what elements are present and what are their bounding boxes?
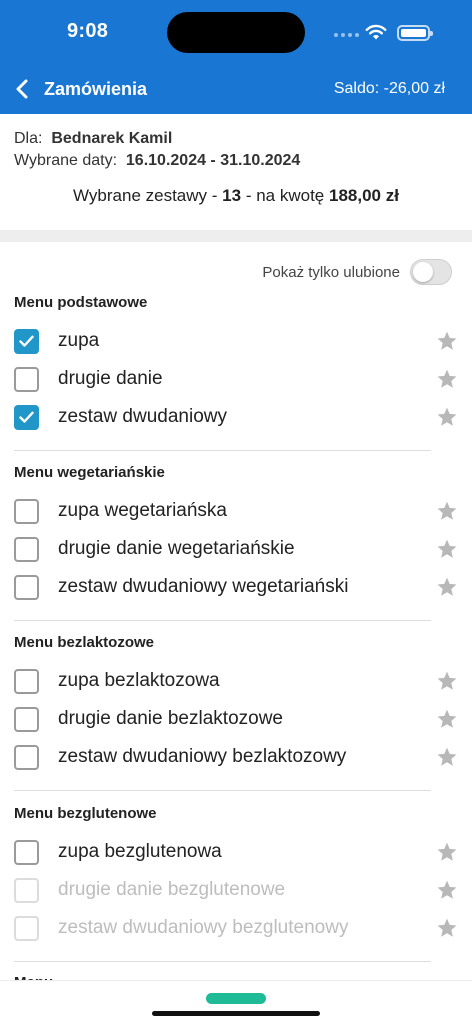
section-title-wegetarianskie: Menu wegetariańskie [14,464,165,481]
menu-item-checkbox[interactable] [14,405,39,430]
dates-value: 16.10.2024 - 31.10.2024 [125,152,301,169]
star-icon[interactable] [436,576,458,598]
order-summary: Dla: Bednarek Kamil Wybrane daty: 16.10.… [0,114,472,230]
menu-item[interactable]: drugie danie wegetariańskie [0,531,472,569]
total-middle: - na kwotę [245,186,325,205]
menu-item-label: zestaw dwudaniowy wegetariański [58,576,349,597]
checkmark-icon [19,335,34,347]
menu-item-label: zupa bezglutenowa [58,841,222,862]
menu-item-checkbox[interactable] [14,840,39,865]
section-title-bezglutenowe: Menu bezglutenowe [14,805,157,822]
menu-item[interactable]: zestaw dwudaniowy bezglutenowy [0,910,472,948]
star-icon[interactable] [436,330,458,352]
star-icon[interactable] [436,917,458,939]
star-icon[interactable] [436,406,458,428]
section-separator [0,230,472,242]
checkmark-icon [19,411,34,423]
bottom-bar [0,980,472,1024]
page-title: Zamówienia [44,78,148,99]
menu-item[interactable]: zestaw dwudaniowy [0,399,472,437]
menu-item-checkbox[interactable] [14,575,39,600]
menu-item[interactable]: drugie danie bezglutenowe [0,872,472,910]
menu-item-label: drugie danie bezglutenowe [58,879,286,900]
menu-item[interactable]: zupa [0,323,472,361]
bottom-action-pill[interactable] [206,993,266,1004]
menu-item-checkbox[interactable] [14,669,39,694]
favorites-filter: Pokaż tylko ulubione [262,259,452,285]
menu-item-checkbox [14,878,39,903]
menu-item-checkbox[interactable] [14,745,39,770]
menu-item[interactable]: zupa bezglutenowa [0,834,472,872]
customer-name: Bednarek Kamil [51,130,173,147]
cellular-signal-icon [334,33,359,37]
wifi-icon [365,24,387,40]
menu-item[interactable]: drugie danie bezlaktozowe [0,701,472,739]
star-icon[interactable] [436,708,458,730]
menu-item[interactable]: zestaw dwudaniowy wegetariański [0,569,472,607]
dates-line: Wybrane daty: 16.10.2024 - 31.10.2024 [14,152,300,170]
star-icon[interactable] [436,500,458,522]
menu-item[interactable]: zupa wegetariańska [0,493,472,531]
star-icon[interactable] [436,841,458,863]
menu-item[interactable]: zestaw dwudaniowy bezlaktozowy [0,739,472,777]
menu-item-checkbox[interactable] [14,707,39,732]
chevron-left-icon [16,79,28,99]
customer-label: Dla: [14,130,43,147]
section-title-bezlaktozowe: Menu bezlaktozowe [14,634,155,651]
section-divider [14,790,431,791]
menu-item-label: drugie danie bezlaktozowe [58,708,283,729]
total-prefix: Wybrane zestawy - [73,186,218,205]
star-icon[interactable] [436,879,458,901]
star-icon[interactable] [436,746,458,768]
menu-item-label: zestaw dwudaniowy bezlaktozowy [58,746,347,767]
star-icon[interactable] [436,538,458,560]
favorites-toggle[interactable] [410,259,452,285]
section-divider [14,620,431,621]
total-amount: 188,00 zł [329,186,399,205]
favorites-toggle-label: Pokaż tylko ulubione [262,263,400,281]
home-indicator [152,1011,320,1016]
section-title-podstawowe: Menu podstawowe [14,294,148,311]
balance-label: Saldo: -26,00 zł [333,80,445,97]
menu-item-label: zupa [58,330,100,351]
menu-item-checkbox[interactable] [14,499,39,524]
back-button[interactable]: Zamówienia [12,74,147,104]
menu-item-label: zestaw dwudaniowy bezglutenowy [58,917,349,938]
menu-item-checkbox [14,916,39,941]
menu-item[interactable]: drugie danie [0,361,472,399]
toggle-knob [413,262,433,282]
section-divider [14,450,431,451]
menu-item-label: zestaw dwudaniowy [58,406,227,427]
total-count: 13 [222,186,242,205]
menu-item-label: drugie danie [58,368,163,389]
section-divider [14,961,431,962]
menu-item-checkbox[interactable] [14,537,39,562]
status-time: 9:08 [67,20,109,42]
selection-total: Wybrane zestawy - 13 - na kwotę 188,00 z… [0,186,472,206]
customer-line: Dla: Bednarek Kamil [14,130,172,148]
star-icon[interactable] [436,368,458,390]
menu-item[interactable]: zupa bezlaktozowa [0,663,472,701]
star-icon[interactable] [436,670,458,692]
menu-item-label: drugie danie wegetariańskie [58,538,295,559]
app-header: 9:08 Zamówienia Saldo: -26,00 zł [0,0,472,114]
menu-item-checkbox[interactable] [14,329,39,354]
menu-item-label: zupa bezlaktozowa [58,670,220,691]
menu-item-label: zupa wegetariańska [58,500,227,521]
battery-icon [397,25,433,41]
dates-label: Wybrane daty: [14,152,118,169]
dynamic-island [167,12,305,53]
menu-item-checkbox[interactable] [14,367,39,392]
